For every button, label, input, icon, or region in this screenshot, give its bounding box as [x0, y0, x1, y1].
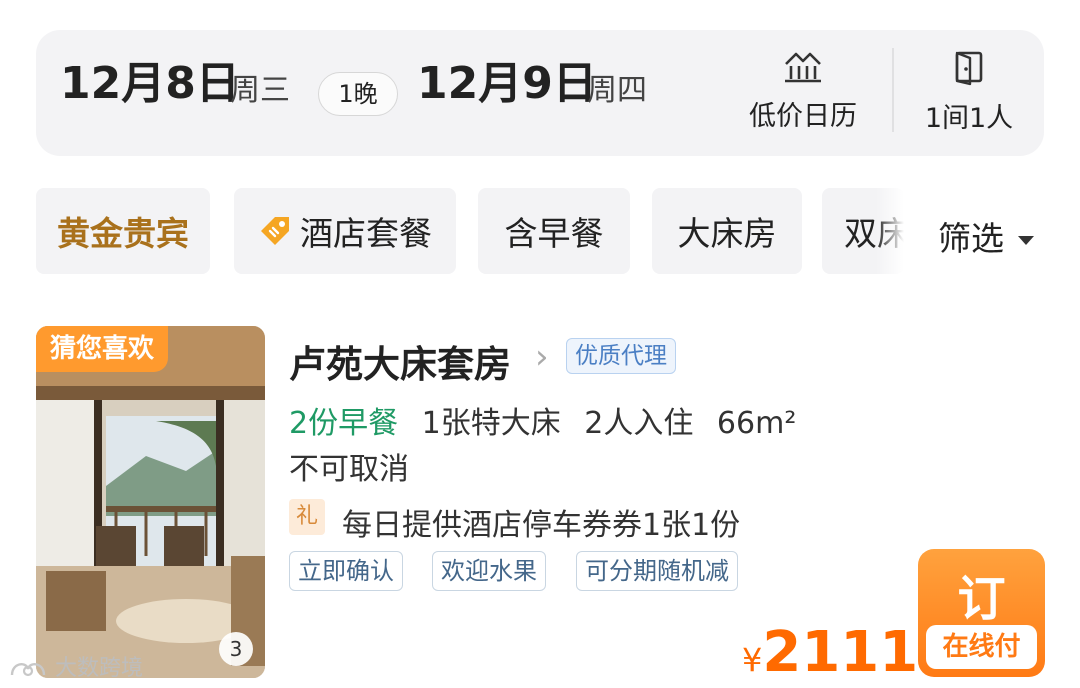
room-photo-image [36, 326, 265, 678]
bed-info: 1张特大床 [421, 406, 561, 441]
area-info: 66m² [716, 406, 797, 441]
room-guest-button[interactable]: 1间1人 [920, 50, 1018, 135]
chip-king-bed[interactable]: 大床房 [652, 188, 802, 274]
book-label: 订 [957, 571, 1006, 627]
image-count-badge: 3 [219, 632, 253, 666]
price-amount: 2111 [762, 620, 919, 685]
checkin-date[interactable]: 12月8日 [60, 62, 240, 106]
filter-button[interactable]: 筛选 [938, 212, 1034, 260]
nights-pill: 1晚 [318, 72, 398, 116]
watermark: 大数跨境 [8, 650, 143, 682]
price-trend-icon [785, 52, 821, 83]
watermark-logo-icon [10, 663, 46, 677]
chip-breakfast[interactable]: 含早餐 [478, 188, 630, 274]
gift-icon: 礼 [289, 499, 325, 535]
room-features: 2份早餐 1张特大床 2人入住 66m² [289, 398, 796, 442]
price: ¥2111 [742, 620, 918, 685]
price-calendar-button[interactable]: 低价日历 [740, 50, 866, 133]
chip-gold-vip[interactable]: 黄金贵宾 [36, 188, 210, 274]
filter-label: 筛选 [938, 219, 1004, 258]
breakfast-info: 2份早餐 [289, 406, 399, 441]
chip-hotel-package-label: 酒店套餐 [300, 214, 432, 253]
chip-fade [876, 188, 904, 274]
price-calendar-label: 低价日历 [749, 101, 857, 132]
book-button[interactable]: 订 在线付 [918, 549, 1045, 677]
checkout-date[interactable]: 12月9日 [417, 62, 597, 106]
tag-installment: 可分期随机减 [576, 551, 738, 591]
cancel-policy: 不可取消 [289, 452, 409, 487]
guests-info: 2人入住 [584, 406, 694, 441]
gift-text: 每日提供酒店停车券券1张1份 [342, 508, 741, 543]
guess-you-like-badge: 猜您喜欢 [36, 326, 169, 372]
door-icon [955, 51, 983, 86]
pay-online-label: 在线付 [926, 625, 1037, 669]
divider [892, 48, 894, 132]
chip-hotel-package[interactable]: 酒店套餐 [234, 188, 456, 274]
room-photo[interactable]: 猜您喜欢 3 [36, 326, 265, 678]
watermark-text: 大数跨境 [55, 656, 144, 681]
caret-down-icon [1018, 236, 1034, 245]
room-title[interactable]: 卢苑大床套房 [289, 334, 511, 388]
checkin-weekday: 周三 [230, 73, 290, 108]
chevron-right-icon[interactable]: › [535, 337, 549, 377]
room-guest-label: 1间1人 [924, 103, 1014, 134]
tag-instant-confirm: 立即确认 [289, 551, 403, 591]
currency-symbol: ¥ [742, 641, 763, 679]
tag-icon [261, 217, 289, 245]
tag-welcome-fruit: 欢迎水果 [432, 551, 546, 591]
checkout-weekday: 周四 [587, 73, 647, 108]
quality-agent-badge: 优质代理 [566, 338, 676, 374]
